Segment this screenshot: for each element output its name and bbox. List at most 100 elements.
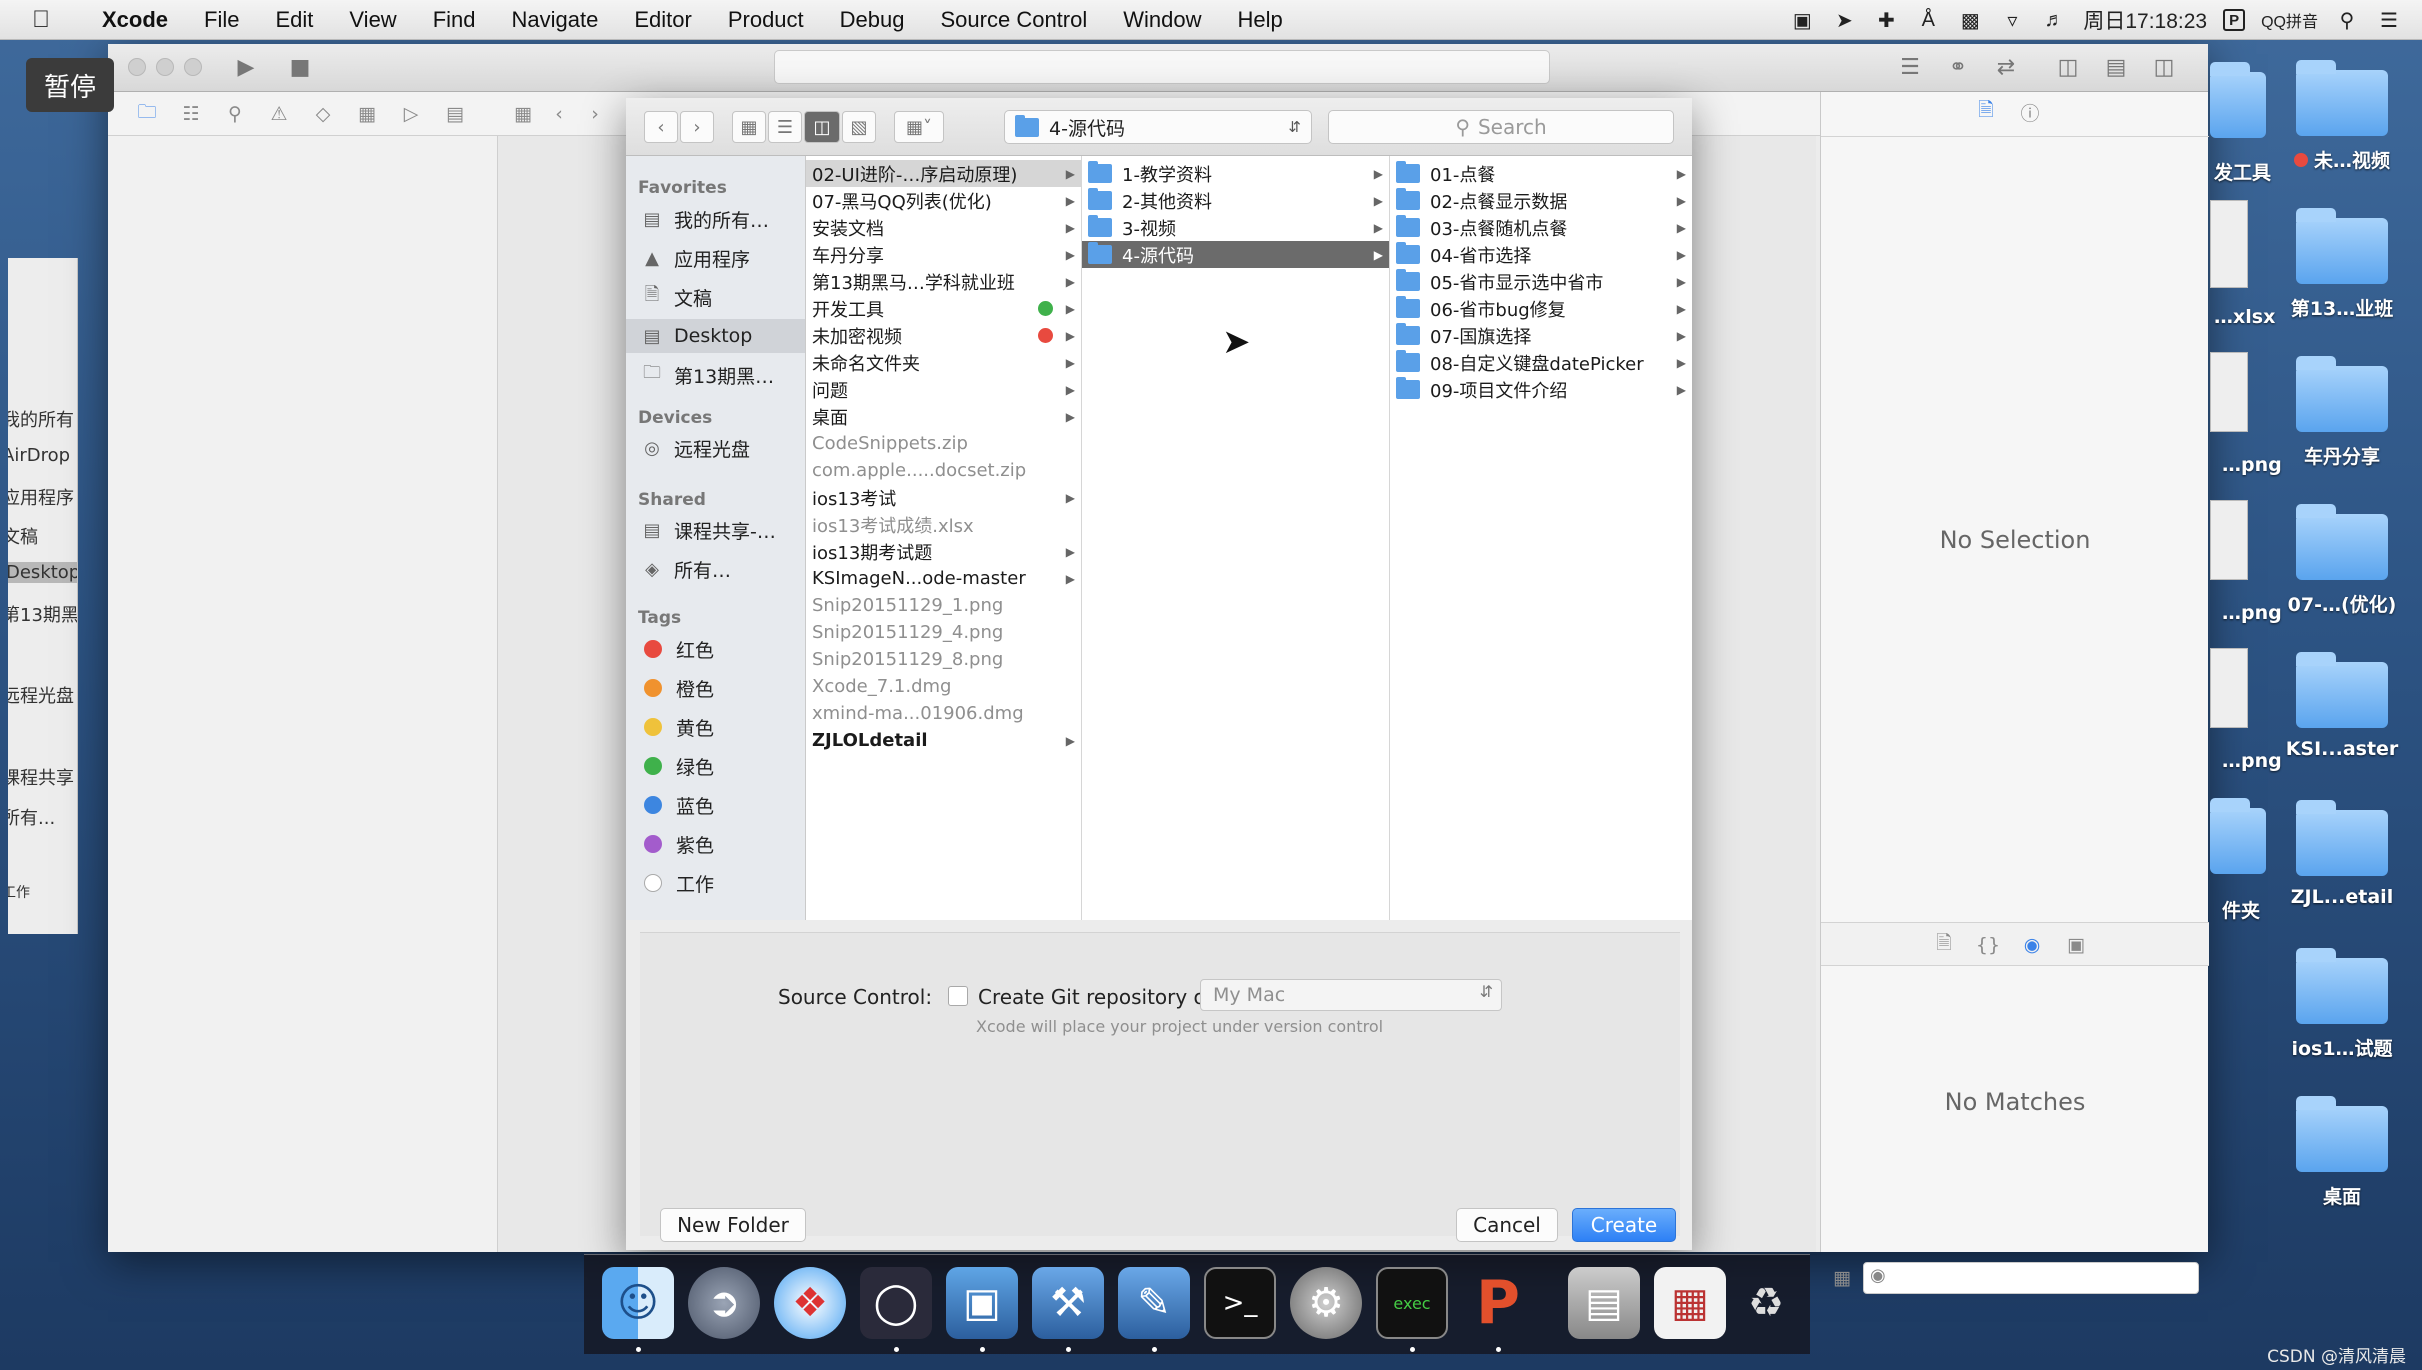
quick-help-icon[interactable]: ⓘ <box>2015 98 2045 126</box>
sidebar-item-desktop[interactable]: ▤ Desktop <box>626 319 805 353</box>
powerpoint-icon[interactable]: P <box>1462 1267 1534 1339</box>
sidebar-item-applications[interactable]: ▲ 应用程序 <box>626 241 805 275</box>
list-item[interactable]: CodeSnippets.zip <box>806 430 1081 457</box>
input-method-icon[interactable]: P <box>2223 9 2246 31</box>
list-item[interactable]: 1-教学资料 ▶ <box>1082 160 1389 187</box>
list-view-button[interactable]: ☰ <box>768 111 802 143</box>
folder-icon[interactable] <box>2210 798 2266 874</box>
screen-icon[interactable]: ▤ <box>1568 1267 1640 1339</box>
terminal-icon[interactable]: >_ <box>1204 1267 1276 1339</box>
list-item[interactable]: 未命名文件夹 ▶ <box>806 349 1081 376</box>
folder-icon[interactable] <box>2210 62 2266 138</box>
sidebar-item-all-files[interactable]: ▤ 我的所有… <box>626 202 805 236</box>
sidebar-tag-work[interactable]: 工作 <box>626 866 805 900</box>
png-file-icon[interactable] <box>2210 500 2248 580</box>
desktop-folder[interactable]: 未…视频 <box>2282 60 2402 173</box>
preview-icon[interactable]: ▦ <box>1654 1267 1726 1339</box>
sidebar-tag-green[interactable]: 绿色 <box>626 749 805 783</box>
bg-item[interactable]: 文稿 <box>8 523 38 549</box>
notification-center-icon[interactable]: ☰ <box>2376 7 2402 33</box>
library-filter-field[interactable]: ◉ <box>1863 1262 2199 1294</box>
menu-source-control[interactable]: Source Control <box>923 7 1106 33</box>
keynote-icon[interactable]: ▣ <box>946 1267 1018 1339</box>
menu-window[interactable]: Window <box>1105 7 1219 33</box>
list-item[interactable]: Snip20151129_4.png <box>806 619 1081 646</box>
git-location-popup[interactable]: My Mac ⇵ <box>1200 979 1502 1011</box>
sidebar-tag-purple[interactable]: 紫色 <box>626 827 805 861</box>
cancel-button[interactable]: Cancel <box>1456 1208 1558 1242</box>
stop-icon[interactable]: ■ <box>280 52 320 82</box>
sidebar-item-documents[interactable]: 🗎 文稿 <box>626 280 805 314</box>
coverflow-view-button[interactable]: ▧ <box>842 111 876 143</box>
menu-edit[interactable]: Edit <box>257 7 331 33</box>
object-library-icon[interactable]: ◉ <box>2017 931 2047 959</box>
list-item[interactable]: ios13考试 ▶ <box>806 484 1081 511</box>
sidebar-tag-red[interactable]: 红色 <box>626 632 805 666</box>
forward-button[interactable]: › <box>680 111 714 143</box>
spreadsheet-file-icon[interactable] <box>2210 200 2248 288</box>
debug-navigator-icon[interactable]: ▦ <box>352 100 382 128</box>
back-icon[interactable]: ‹ <box>544 100 574 128</box>
find-navigator-icon[interactable]: ⚲ <box>220 100 250 128</box>
media-library-icon[interactable]: ▣ <box>2061 931 2091 959</box>
back-button[interactable]: ‹ <box>644 111 678 143</box>
system-preferences-icon[interactable]: ⚙ <box>1290 1267 1362 1339</box>
create-git-repo-checkbox[interactable] <box>948 986 968 1006</box>
spotlight-icon[interactable]: ⚲ <box>2334 7 2360 33</box>
console-icon[interactable]: exec <box>1376 1267 1448 1339</box>
list-item[interactable]: Snip20151129_8.png <box>806 646 1081 673</box>
location-icon[interactable]: ➤ <box>1831 7 1857 33</box>
list-item[interactable]: 07-黑马QQ列表(优化) ▶ <box>806 187 1081 214</box>
menu-product[interactable]: Product <box>710 7 822 33</box>
list-item[interactable]: ZJLOLdetail ▶ <box>806 727 1081 754</box>
sketch-icon[interactable]: ✎ <box>1118 1267 1190 1339</box>
list-item[interactable]: ios13考试成绩.xlsx <box>806 511 1081 538</box>
finder-icon[interactable]: ☺ <box>602 1267 674 1339</box>
create-button[interactable]: Create <box>1572 1208 1676 1242</box>
clock[interactable]: 周日17:18:23 <box>2083 5 2207 35</box>
forward-icon[interactable]: › <box>580 100 610 128</box>
zoom-window-button[interactable] <box>184 58 202 76</box>
arrange-button[interactable]: ▦˅ <box>894 111 944 143</box>
menu-editor[interactable]: Editor <box>616 7 709 33</box>
bg-item-selected[interactable]: Desktop <box>8 562 77 583</box>
list-item[interactable]: 车丹分享 ▶ <box>806 241 1081 268</box>
sidebar-item-shared-computer[interactable]: ▤ 课程共享-… <box>626 513 805 547</box>
desktop-folder[interactable]: KSI...aster <box>2282 652 2402 760</box>
sidebar-item-all-shared[interactable]: ◈ 所有… <box>626 552 805 586</box>
xcode-icon[interactable]: ⚒ <box>1032 1267 1104 1339</box>
volume-icon[interactable]: ♬ <box>2041 7 2067 33</box>
sidebar-item-folder[interactable]: 🗀 第13期黑… <box>626 358 805 392</box>
toggle-utilities-icon[interactable]: ◫ <box>2144 52 2184 82</box>
menu-debug[interactable]: Debug <box>822 7 923 33</box>
standard-editor-icon[interactable]: ☰ <box>1890 52 1930 82</box>
new-folder-button[interactable]: New Folder <box>660 1208 806 1242</box>
run-icon[interactable]: ▶ <box>226 52 266 82</box>
plus-icon[interactable]: ✚ <box>1873 7 1899 33</box>
bg-item[interactable]: 我的所有 <box>8 406 74 432</box>
bg-item[interactable]: 所有... <box>8 804 55 830</box>
trash-icon[interactable]: ♻ <box>1730 1267 1802 1339</box>
apple-icon[interactable]:  <box>32 6 72 34</box>
project-navigator-icon[interactable]: 🗀 <box>132 100 162 128</box>
list-item[interactable]: xmind-ma...01906.dmg <box>806 700 1081 727</box>
bg-item[interactable]: 课程共享 <box>8 764 74 790</box>
menu-find[interactable]: Find <box>415 7 494 33</box>
toggle-navigator-icon[interactable]: ◫ <box>2048 52 2088 82</box>
bg-item[interactable]: AirDrop <box>8 445 70 466</box>
breakpoint-navigator-icon[interactable]: ▷ <box>396 100 426 128</box>
list-item[interactable]: 未加密视频 ▶ <box>806 322 1081 349</box>
mouse-icon[interactable]: ◯ <box>860 1267 932 1339</box>
list-item[interactable]: 04-省市选择 ▶ <box>1390 241 1692 268</box>
bg-item[interactable]: 应用程序 <box>8 484 74 510</box>
close-window-button[interactable] <box>128 58 146 76</box>
list-item[interactable]: KSImageN...ode-master ▶ <box>806 565 1081 592</box>
bg-item[interactable]: 第13期黑 <box>8 601 77 627</box>
sidebar-tag-orange[interactable]: 橙色 <box>626 671 805 705</box>
lock-icon[interactable]: ▩ <box>1957 7 1983 33</box>
toggle-debug-area-icon[interactable]: ▤ <box>2096 52 2136 82</box>
desktop-folder[interactable]: 第13…业班 <box>2282 208 2402 321</box>
icon-view-button[interactable]: ▦ <box>732 111 766 143</box>
wifi-icon[interactable]: ▿ <box>1999 7 2025 33</box>
menu-help[interactable]: Help <box>1220 7 1301 33</box>
